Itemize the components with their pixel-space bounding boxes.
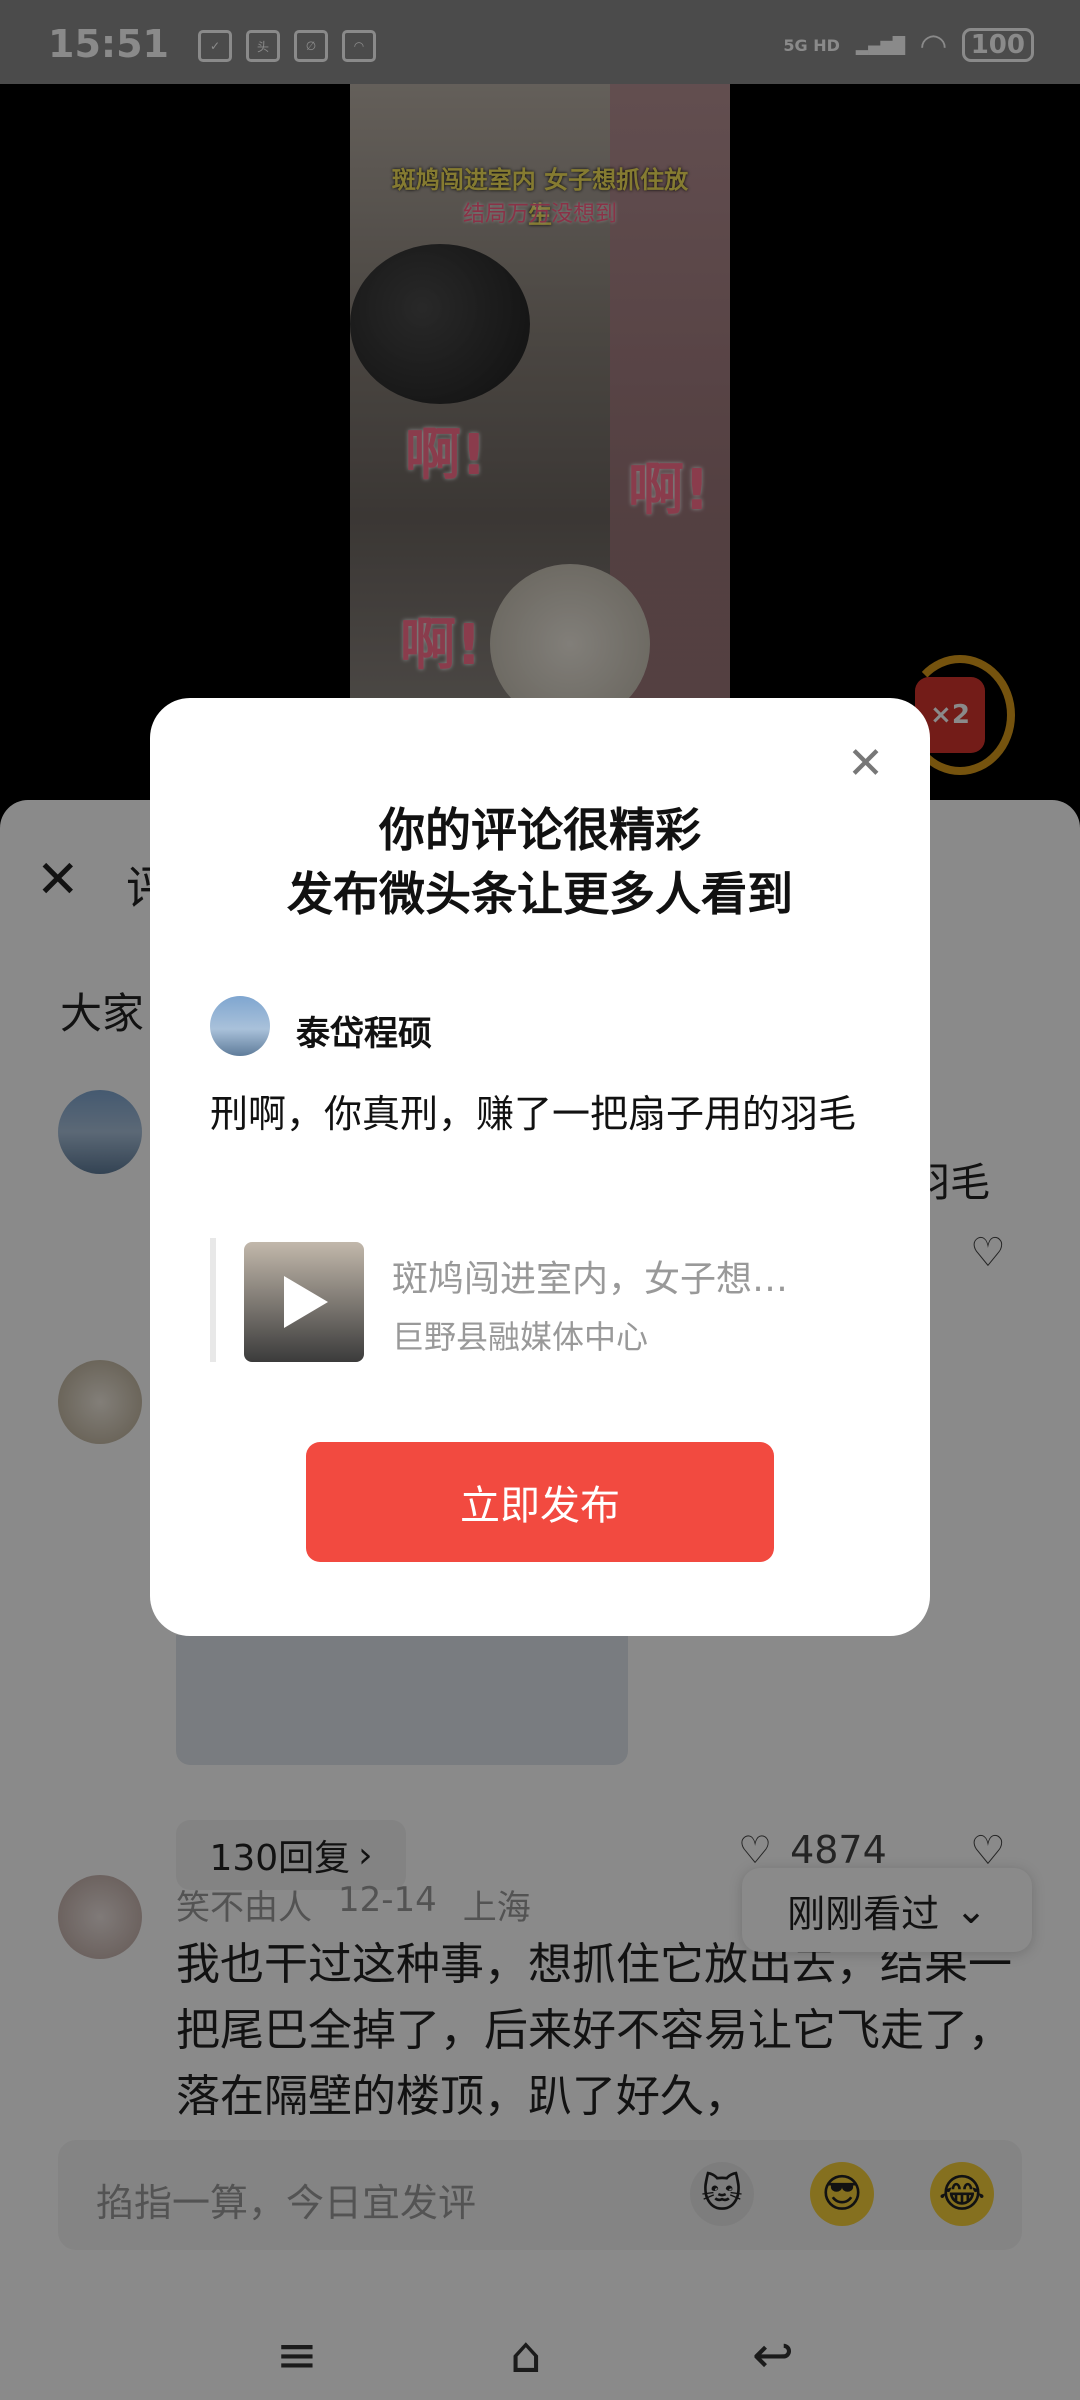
publish-modal: ✕ 你的评论很精彩 发布微头条让更多人看到 泰岱程硕 刑啊，你真刑，赚了一把扇子… [150,698,930,1636]
video-thumbnail [244,1242,364,1362]
publish-button[interactable]: 立即发布 [306,1442,774,1562]
modal-title: 你的评论很精彩 发布微头条让更多人看到 [150,798,930,926]
modal-title-line2: 发布微头条让更多人看到 [287,867,793,921]
modal-username: 泰岱程硕 [296,1014,432,1054]
avatar [210,996,270,1056]
quoted-video-card: 斑鸠闯进室内，女子想… 巨野县融媒体中心 [210,1238,870,1362]
quoted-video-title: 斑鸠闯进室内，女子想… [392,1259,789,1300]
quoted-video-source: 巨野县融媒体中心 [392,1318,649,1356]
modal-title-line1: 你的评论很精彩 [379,803,701,857]
close-icon[interactable]: ✕ [847,738,884,789]
play-icon [284,1276,328,1328]
modal-comment-text: 刑啊，你真刑，赚了一把扇子用的羽毛 [210,1092,857,1136]
